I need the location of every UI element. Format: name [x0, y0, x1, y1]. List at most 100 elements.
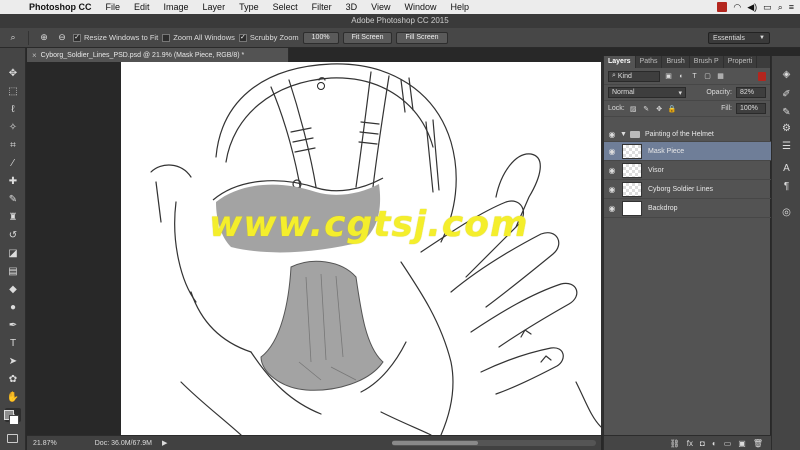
- checkbox-checked-icon[interactable]: ✓: [238, 33, 247, 42]
- character-dock-icon[interactable]: A: [779, 162, 794, 175]
- menu-edit[interactable]: Edit: [127, 2, 157, 12]
- menu-window[interactable]: Window: [397, 2, 443, 12]
- tray-app-icon[interactable]: [717, 2, 728, 12]
- horizontal-scrollbar[interactable]: [392, 440, 596, 446]
- menu-help[interactable]: Help: [443, 2, 476, 12]
- visibility-eye-icon[interactable]: ◉: [604, 147, 620, 156]
- healing-tool-icon[interactable]: ✚: [5, 174, 21, 188]
- menu-filter[interactable]: Filter: [305, 2, 339, 12]
- document-tab[interactable]: × Cyborg_Soldier_Lines_PSD.psd @ 21.9% (…: [27, 48, 289, 62]
- checkbox-checked-icon[interactable]: ✓: [73, 33, 81, 42]
- history-brush-tool-icon[interactable]: ↺: [5, 228, 21, 242]
- fill-screen-button[interactable]: Fill Screen: [396, 31, 448, 44]
- visibility-eye-icon[interactable]: ◉: [604, 130, 620, 139]
- clone-stamp-tool-icon[interactable]: ♜: [5, 210, 21, 224]
- new-group-icon[interactable]: ▭: [724, 439, 732, 448]
- pixel-filter-icon[interactable]: ▣: [664, 72, 673, 81]
- fill-input[interactable]: 100%: [736, 103, 766, 114]
- shape-filter-icon[interactable]: ▢: [703, 72, 712, 81]
- layer-row[interactable]: ◉ Backdrop: [604, 199, 771, 218]
- zoom-100-button[interactable]: 100%: [302, 31, 339, 44]
- crop-tool-icon[interactable]: ⌗: [5, 138, 21, 152]
- menu-image[interactable]: Image: [157, 2, 196, 12]
- battery-icon[interactable]: ▭: [763, 2, 772, 13]
- menu-view[interactable]: View: [364, 2, 397, 12]
- lock-image-icon[interactable]: ✎: [642, 104, 651, 113]
- menu-type[interactable]: Type: [232, 2, 266, 12]
- paths-dock-icon[interactable]: ✐: [779, 88, 794, 101]
- visibility-eye-icon[interactable]: ◉: [604, 204, 620, 213]
- zoom-in-icon[interactable]: ⊕: [37, 31, 51, 45]
- link-layers-icon[interactable]: ⛓: [670, 439, 680, 448]
- document-size[interactable]: Doc: 36.0M/67.9M: [95, 440, 152, 447]
- smart-object-filter-icon[interactable]: ▦: [716, 72, 725, 81]
- menu-file[interactable]: File: [99, 2, 128, 12]
- quick-mask-icon[interactable]: [7, 434, 18, 443]
- zoom-level[interactable]: 21.87%: [33, 440, 57, 447]
- adjustment-filter-icon[interactable]: ◐: [677, 72, 686, 81]
- lock-all-icon[interactable]: 🔒: [668, 104, 677, 113]
- scrubby-zoom-option[interactable]: ✓ Scrubby Zoom: [238, 33, 299, 42]
- layer-row[interactable]: ◉ Mask Piece: [604, 142, 771, 161]
- dodge-tool-icon[interactable]: ●: [5, 300, 21, 314]
- tab-properties[interactable]: Properti: [724, 56, 758, 68]
- gradient-tool-icon[interactable]: ▤: [5, 264, 21, 278]
- trash-icon[interactable]: 🗑: [753, 439, 763, 448]
- wifi-icon[interactable]: ◠: [733, 2, 741, 13]
- background-color-swatch[interactable]: [9, 415, 19, 425]
- layer-row[interactable]: ◉ Visor: [604, 161, 771, 180]
- chevron-down-icon[interactable]: ▼: [620, 131, 627, 138]
- menu-3d[interactable]: 3D: [339, 2, 365, 12]
- brush-dock-icon[interactable]: ✎: [779, 106, 794, 119]
- filter-kind-select[interactable]: ⌕ Kind: [608, 70, 660, 82]
- eyedropper-tool-icon[interactable]: ⁄: [5, 156, 21, 170]
- brush-presets-dock-icon[interactable]: ⚙: [779, 122, 794, 135]
- paragraph-dock-icon[interactable]: ¶: [779, 180, 794, 193]
- menu-select[interactable]: Select: [266, 2, 305, 12]
- lock-position-icon[interactable]: ✥: [655, 104, 664, 113]
- type-filter-icon[interactable]: T: [690, 72, 699, 81]
- layer-style-icon[interactable]: fx: [687, 439, 693, 448]
- shape-tool-icon[interactable]: ✿: [5, 372, 21, 386]
- path-select-tool-icon[interactable]: ➤: [5, 354, 21, 368]
- zoom-all-windows-option[interactable]: Zoom All Windows: [162, 33, 235, 42]
- checkbox-icon[interactable]: [162, 33, 171, 42]
- tab-brush-presets[interactable]: Brush P: [690, 56, 724, 68]
- notification-icon[interactable]: ≡: [789, 2, 794, 12]
- move-tool-icon[interactable]: ✥: [5, 66, 21, 80]
- blur-tool-icon[interactable]: ◆: [5, 282, 21, 296]
- fit-screen-button[interactable]: Fit Screen: [342, 31, 393, 44]
- marquee-tool-icon[interactable]: ⬚: [5, 84, 21, 98]
- volume-icon[interactable]: ◀): [747, 2, 757, 13]
- canvas-area[interactable]: www.cgtsj.com: [27, 62, 601, 435]
- brush-tool-icon[interactable]: ✎: [5, 192, 21, 206]
- add-mask-icon[interactable]: ◘: [700, 439, 705, 448]
- document-canvas[interactable]: www.cgtsj.com: [121, 62, 601, 435]
- tab-layers[interactable]: Layers: [604, 56, 636, 68]
- resize-windows-option[interactable]: ✓ Resize Windows to Fit: [73, 33, 158, 42]
- zoom-out-icon[interactable]: ⊖: [55, 31, 69, 45]
- lock-transparent-icon[interactable]: ▨: [629, 104, 638, 113]
- type-tool-icon[interactable]: T: [5, 336, 21, 350]
- tab-paths[interactable]: Paths: [636, 56, 663, 68]
- lasso-tool-icon[interactable]: ℓ: [5, 102, 21, 116]
- new-layer-icon[interactable]: ▣: [738, 439, 746, 448]
- opacity-input[interactable]: 82%: [736, 87, 766, 98]
- tab-brush[interactable]: Brush: [662, 56, 690, 68]
- zoom-tool-preset-icon[interactable]: ⌕: [6, 31, 20, 45]
- status-menu-arrow-icon[interactable]: ▶: [162, 439, 167, 447]
- pen-tool-icon[interactable]: ✒: [5, 318, 21, 332]
- search-icon[interactable]: ⌕: [778, 2, 783, 13]
- properties-dock-icon[interactable]: ☰: [779, 140, 794, 153]
- filter-toggle-icon[interactable]: [758, 71, 766, 81]
- layer-row[interactable]: ◉ Cyborg Soldier Lines: [604, 180, 771, 199]
- libraries-dock-icon[interactable]: ◎: [779, 206, 794, 219]
- hand-tool-icon[interactable]: ✋: [5, 390, 21, 404]
- layer-group[interactable]: ◉ ▼ Painting of the Helmet: [604, 127, 771, 142]
- scrollbar-thumb[interactable]: [392, 441, 478, 445]
- magic-wand-tool-icon[interactable]: ✧: [5, 120, 21, 134]
- close-icon[interactable]: ×: [32, 51, 37, 60]
- app-menu[interactable]: Photoshop CC: [22, 2, 99, 12]
- workspace-select[interactable]: Essentials ▼: [708, 32, 770, 44]
- adjustment-layer-icon[interactable]: ◐: [712, 439, 717, 448]
